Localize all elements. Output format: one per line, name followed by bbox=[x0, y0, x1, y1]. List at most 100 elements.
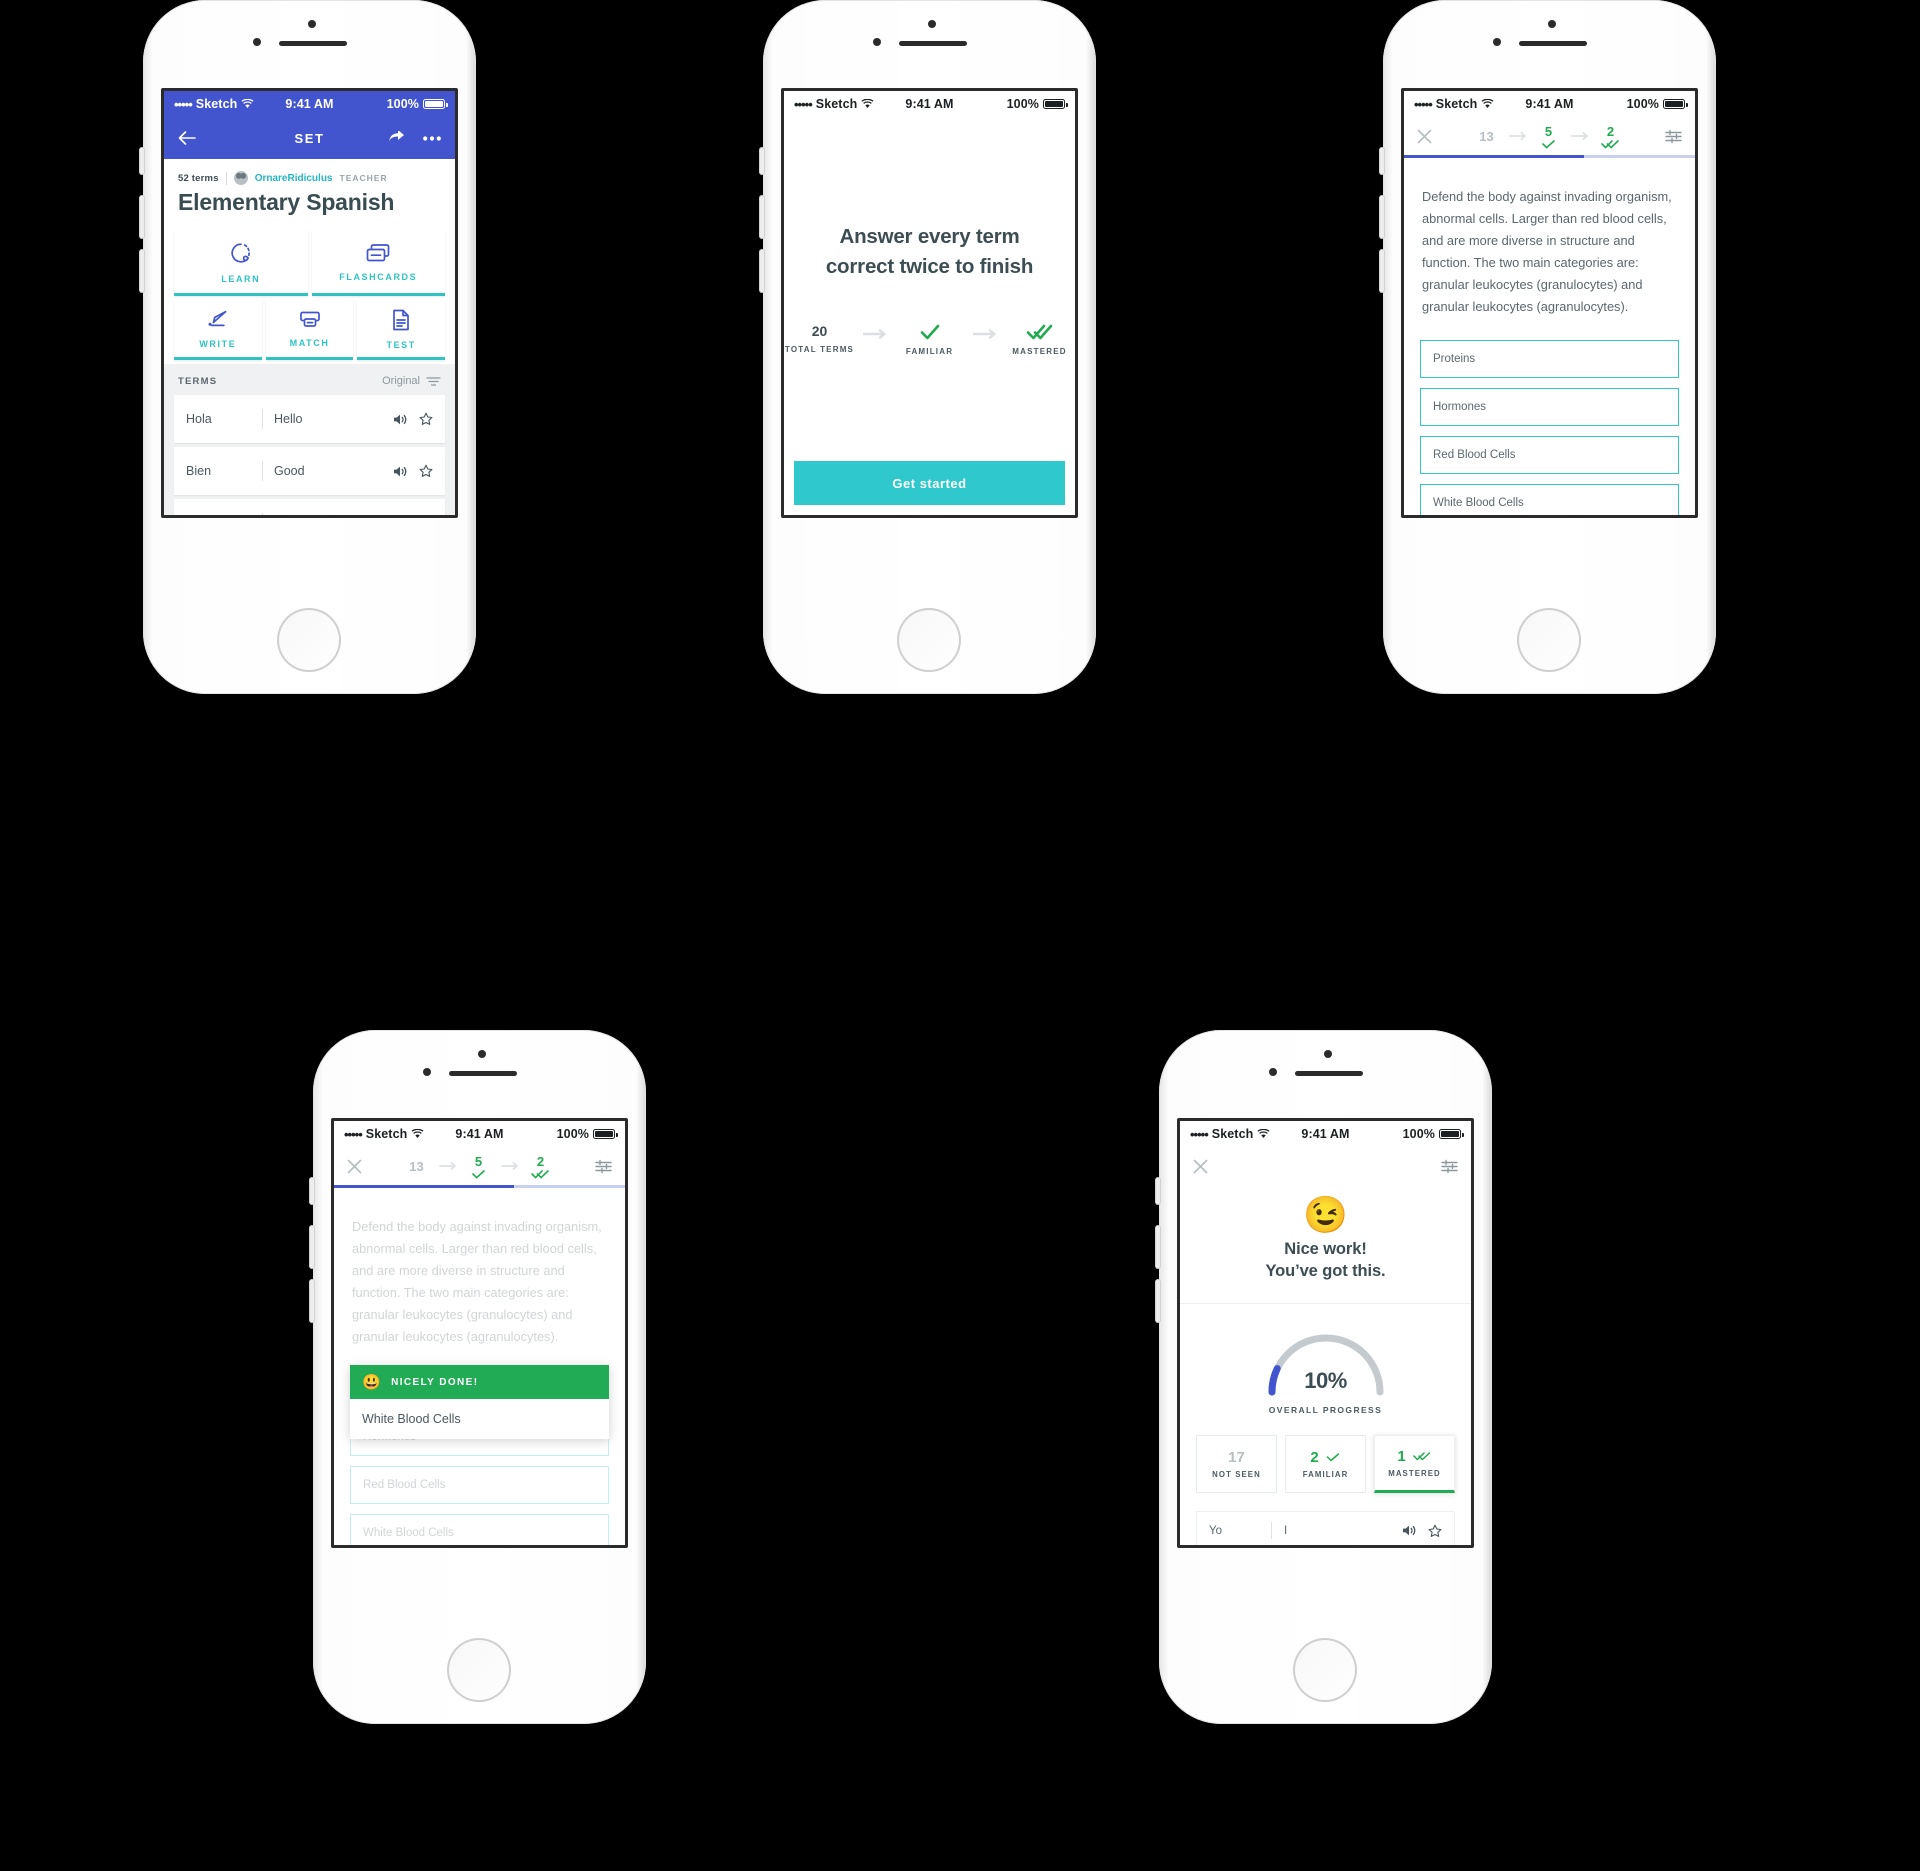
table-row[interactable]: Hola Hello bbox=[174, 395, 445, 443]
stat-mastered-value: 1 bbox=[1397, 1447, 1406, 1465]
progress-bar bbox=[1404, 155, 1695, 158]
counter-mastered-value: 2 bbox=[536, 1153, 545, 1169]
phone1-sensor bbox=[253, 38, 261, 46]
star-icon[interactable] bbox=[419, 412, 433, 426]
sort-control[interactable]: Original bbox=[382, 375, 441, 387]
teacher-badge: TEACHER bbox=[339, 173, 388, 183]
status-bar: ••••• Sketch 9:41 AM 100% bbox=[1180, 1121, 1471, 1147]
flashcards-icon bbox=[365, 242, 391, 264]
wifi-icon bbox=[411, 1129, 424, 1138]
check-icon bbox=[1326, 1452, 1339, 1461]
more-icon[interactable] bbox=[421, 127, 443, 149]
status-bar: ••••• Sketch 9:41 AM 100% bbox=[1404, 91, 1695, 117]
back-arrow-icon[interactable] bbox=[176, 127, 198, 149]
phone4-screen: ••••• Sketch 9:41 AM 100% 13 5 2 Defend … bbox=[331, 1118, 628, 1548]
study-mode-match[interactable]: MATCH bbox=[265, 300, 354, 360]
term-actions bbox=[1402, 1524, 1442, 1538]
term-definition: Good bbox=[274, 464, 305, 478]
counter-mastered[interactable]: 2 bbox=[1591, 124, 1631, 149]
share-icon[interactable] bbox=[385, 127, 407, 149]
phone4-home-button[interactable] bbox=[447, 1638, 511, 1702]
sliders-icon[interactable] bbox=[1665, 129, 1682, 144]
arrow-right-icon bbox=[1507, 127, 1529, 145]
intro-step-familiar-label: FAMILIAR bbox=[905, 346, 954, 356]
counter-not-seen-value: 13 bbox=[409, 1158, 424, 1174]
phone3-home-button[interactable] bbox=[1517, 608, 1581, 672]
answer-option[interactable]: Red Blood Cells bbox=[350, 1465, 609, 1504]
star-icon[interactable] bbox=[1428, 1524, 1442, 1538]
battery-icon bbox=[1043, 99, 1068, 109]
study-mode-test[interactable]: TEST bbox=[357, 300, 446, 360]
stat-familiar[interactable]: 2 FAMILIAR bbox=[1285, 1434, 1366, 1493]
carrier-name: Sketch bbox=[365, 1127, 408, 1141]
page-title: Elementary Spanish bbox=[178, 189, 395, 215]
answer-option[interactable]: Hormones bbox=[1420, 387, 1679, 426]
intro-step-total: 20 TOTAL TERMS bbox=[784, 322, 861, 354]
feedback-toast: 😃 NICELY DONE! White Blood Cells bbox=[350, 1365, 609, 1439]
battery-percent: 100% bbox=[1006, 97, 1039, 111]
close-icon[interactable] bbox=[1193, 1159, 1208, 1174]
study-mode-write[interactable]: WRITE bbox=[174, 300, 262, 360]
status-bar: ••••• Sketch 9:41 AM 100% bbox=[334, 1121, 625, 1147]
question-text: Defend the body against invading organis… bbox=[1422, 188, 1672, 314]
close-icon[interactable] bbox=[1417, 129, 1432, 144]
stat-not-seen[interactable]: 17 NOT SEEN bbox=[1196, 1434, 1277, 1493]
speaker-icon[interactable] bbox=[393, 517, 408, 519]
get-started-button[interactable]: Get started bbox=[794, 461, 1065, 505]
status-carrier: ••••• Sketch bbox=[174, 97, 254, 112]
feedback-toast-header: 😃 NICELY DONE! bbox=[350, 1365, 609, 1399]
phone1-home-button[interactable] bbox=[277, 608, 341, 672]
stat-not-seen-label: NOT SEEN bbox=[1212, 1469, 1261, 1479]
status-battery: 100% bbox=[1403, 1127, 1464, 1141]
speaker-icon[interactable] bbox=[1402, 1524, 1417, 1537]
signal-dots-icon: ••••• bbox=[1190, 1126, 1209, 1142]
speaker-icon[interactable] bbox=[393, 413, 408, 426]
author-name[interactable]: OrnareRidiculus bbox=[255, 173, 333, 184]
phone5-screen: ••••• Sketch 9:41 AM 100% 😉 Nice work! Y… bbox=[1177, 1118, 1474, 1548]
phone-mockup-set-detail: ••••• Sketch 9:41 AM 100% SET 52 terms O… bbox=[140, 0, 476, 694]
intro-step-total-value: 20 bbox=[811, 322, 828, 339]
stats-row: 17 NOT SEEN 2 FAMILIAR 1 MASTERED bbox=[1180, 1421, 1471, 1493]
status-carrier: ••••• Sketch bbox=[794, 97, 874, 112]
phone5-home-button[interactable] bbox=[1293, 1638, 1357, 1702]
term-definition: Bad bbox=[274, 516, 393, 518]
results-heading-line1: Nice work! bbox=[1284, 1240, 1367, 1258]
answer-option[interactable]: White Blood Cells bbox=[1420, 483, 1679, 515]
sliders-icon[interactable] bbox=[595, 1159, 612, 1174]
term-divider bbox=[262, 461, 263, 481]
results-heading: Nice work! You’ve got this. bbox=[1265, 1239, 1385, 1283]
phone1-side-button bbox=[140, 148, 144, 174]
table-row[interactable]: Mal Bad bbox=[174, 499, 445, 519]
answer-option[interactable]: White Blood Cells bbox=[350, 1513, 609, 1545]
sort-label: Original bbox=[382, 375, 420, 387]
counter-mastered[interactable]: 2 bbox=[521, 1154, 561, 1179]
phone2-home-button[interactable] bbox=[897, 608, 961, 672]
battery-icon bbox=[423, 99, 448, 109]
intro-step-mastered-label: MASTERED bbox=[1012, 346, 1067, 356]
star-icon[interactable] bbox=[419, 464, 433, 478]
close-icon[interactable] bbox=[347, 1159, 362, 1174]
stat-mastered[interactable]: 1 MASTERED bbox=[1374, 1434, 1455, 1493]
phone1-camera bbox=[308, 20, 316, 28]
answer-option[interactable]: Proteins bbox=[1420, 339, 1679, 378]
study-mode-flashcards[interactable]: FLASHCARDS bbox=[311, 230, 445, 296]
signal-dots-icon: ••••• bbox=[1414, 96, 1433, 112]
arrow-right-icon bbox=[437, 1157, 459, 1175]
battery-icon bbox=[1439, 1129, 1464, 1139]
sliders-icon[interactable] bbox=[1441, 1159, 1458, 1174]
speaker-icon[interactable] bbox=[393, 465, 408, 478]
counter-familiar[interactable]: 5 bbox=[459, 1154, 499, 1179]
counter-mastered-value: 2 bbox=[1606, 123, 1615, 139]
phone5-earpiece bbox=[1295, 1071, 1363, 1076]
learn-icon bbox=[228, 240, 254, 266]
table-row[interactable]: Bien Good bbox=[174, 447, 445, 495]
study-mode-flashcards-label: FLASHCARDS bbox=[339, 271, 418, 282]
intro-step-mastered: MASTERED bbox=[999, 323, 1076, 356]
study-mode-learn[interactable]: LEARN bbox=[174, 230, 308, 296]
list-item[interactable]: Yo I bbox=[1196, 1510, 1455, 1545]
counter-not-seen[interactable]: 13 bbox=[1467, 129, 1507, 144]
star-icon[interactable] bbox=[419, 516, 433, 518]
counter-familiar[interactable]: 5 bbox=[1529, 124, 1569, 149]
counter-not-seen[interactable]: 13 bbox=[397, 1159, 437, 1174]
answer-option[interactable]: Red Blood Cells bbox=[1420, 435, 1679, 474]
